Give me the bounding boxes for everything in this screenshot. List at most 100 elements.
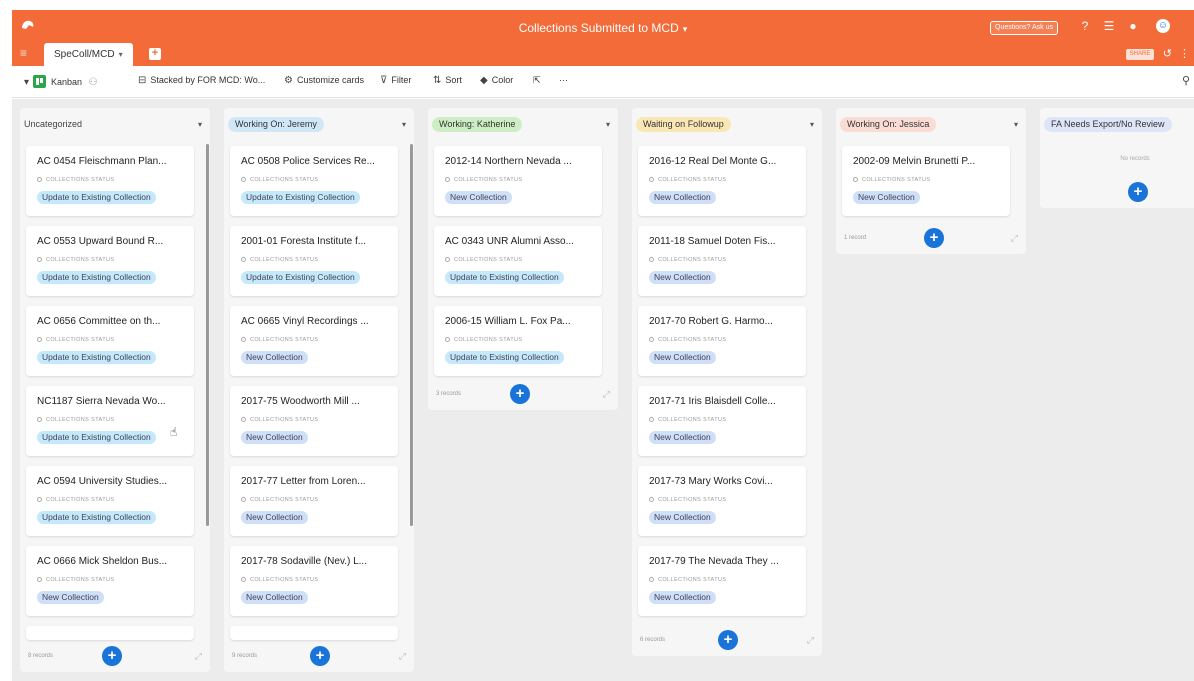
expand-icon[interactable]: ⤢ <box>807 635 814 646</box>
card-field-name: COLLECTIONS STATUS <box>46 417 115 423</box>
kanban-card[interactable]: 2002-09 Melvin Brunetti P... COLLECTIONS … <box>842 146 1010 216</box>
column-header[interactable]: Working: Katherine ▾ <box>428 108 618 142</box>
kanban-card[interactable]: 2017-70 Robert G. Harmo... COLLECTIONS ST… <box>638 306 806 376</box>
kanban-card[interactable]: AC 0665 Vinyl Recordings ... COLLECTIONS … <box>230 306 398 376</box>
bell-icon[interactable]: ● <box>1126 19 1140 33</box>
add-record-button[interactable]: + <box>924 228 944 248</box>
add-record-button[interactable]: + <box>1128 182 1148 202</box>
add-record-button[interactable]: + <box>102 646 122 666</box>
card-field-label: COLLECTIONS STATUS <box>649 417 726 423</box>
history-icon[interactable]: ↺ <box>1163 47 1172 60</box>
kanban-card[interactable]: AC 0594 University Studies... COLLECTIONS… <box>26 466 194 536</box>
field-icon <box>445 337 450 342</box>
column-footer: 9 records + ⤢ <box>224 642 414 672</box>
card-title: AC 0665 Vinyl Recordings ... <box>241 316 369 327</box>
field-icon <box>445 177 450 182</box>
column-footer: 3 records + ⤢ <box>428 380 618 410</box>
help-button[interactable]: Questions? Ask us <box>990 21 1058 35</box>
card-title: 2006-15 William L. Fox Pa... <box>445 316 571 327</box>
expand-icon[interactable]: ⤢ <box>603 389 610 400</box>
search-icon[interactable]: ⚲ <box>1182 74 1190 87</box>
kanban-card[interactable]: 2017-79 The Nevada They ... COLLECTIONS S… <box>638 546 806 616</box>
kanban-card-partial[interactable] <box>26 626 194 640</box>
column-header[interactable]: Waiting on Followup ▾ <box>632 108 822 142</box>
kanban-card[interactable]: 2017-77 Letter from Loren... COLLECTIONS … <box>230 466 398 536</box>
record-count: 8 records <box>28 653 54 659</box>
card-field-label: COLLECTIONS STATUS <box>37 177 114 183</box>
kanban-card[interactable]: AC 0553 Upward Bound R... COLLECTIONS STA… <box>26 226 194 296</box>
chevron-down-icon[interactable]: ▾ <box>1014 120 1018 129</box>
color-label: Color <box>491 75 514 85</box>
kanban-card[interactable]: 2017-71 Iris Blaisdell Colle... COLLECTIO… <box>638 386 806 456</box>
column-header[interactable]: FA Needs Export/No Review <box>1040 108 1194 142</box>
kanban-card[interactable]: 2017-78 Sodaville (Nev.) L... COLLECTIONS… <box>230 546 398 616</box>
kanban-card[interactable]: 2001-01 Foresta Institute f... COLLECTION… <box>230 226 398 296</box>
filter-button[interactable]: ⊽ Filter <box>380 75 411 86</box>
share-view-icon[interactable]: ⇱ <box>533 75 541 86</box>
kanban-card[interactable]: AC 0343 UNR Alumni Asso... COLLECTIONS ST… <box>434 226 602 296</box>
kanban-card[interactable]: AC 0666 Mick Sheldon Bus... COLLECTIONS S… <box>26 546 194 616</box>
field-icon <box>37 577 42 582</box>
chevron-down-icon: ▾ <box>682 24 688 34</box>
share-button[interactable]: SHARE <box>1126 49 1154 60</box>
kanban-card[interactable]: AC 0656 Committee on th... COLLECTIONS ST… <box>26 306 194 376</box>
no-records-text: No records <box>1120 156 1150 162</box>
add-table-button[interactable]: + <box>149 48 161 60</box>
expand-icon[interactable]: ⤢ <box>399 651 406 662</box>
color-button[interactable]: ◆ Color <box>480 75 513 86</box>
kanban-card[interactable]: NC1187 Sierra Nevada Wo... COLLECTIONS ST… <box>26 386 194 456</box>
kanban-card[interactable]: AC 0454 Fleischmann Plan... COLLECTIONS S… <box>26 146 194 216</box>
add-record-button[interactable]: + <box>310 646 330 666</box>
column-footer: 1 record + ⤢ <box>836 224 1026 254</box>
chevron-down-icon[interactable]: ▾ <box>606 120 610 129</box>
kanban-column: Working On: Jeremy ▾ AC 0508 Police Servic… <box>224 108 414 672</box>
kanban-card[interactable]: 2016-12 Real Del Monte G... COLLECTIONS S… <box>638 146 806 216</box>
kanban-card[interactable]: 2017-73 Mary Works Covi... COLLECTIONS ST… <box>638 466 806 536</box>
kanban-card[interactable]: 2011-18 Samuel Doten Fis... COLLECTIONS S… <box>638 226 806 296</box>
card-field-label: COLLECTIONS STATUS <box>445 337 522 343</box>
tab-table-specoll-mcd[interactable]: SpeColl/MCD ▾ <box>44 43 133 66</box>
stack-icon: ⊟ <box>138 75 147 86</box>
add-record-button[interactable]: + <box>718 630 738 650</box>
user-avatar-icon[interactable]: ☺ <box>1156 19 1170 33</box>
expand-icon[interactable]: ⤢ <box>195 651 202 662</box>
chevron-down-icon[interactable]: ▾ <box>810 120 814 129</box>
view-switcher[interactable]: ▾ Kanban ⚇ <box>24 75 102 88</box>
sort-label: Sort <box>445 75 462 85</box>
expand-icon[interactable]: ⤢ <box>1011 233 1018 244</box>
chevron-down-icon[interactable]: ▾ <box>402 120 406 129</box>
column-header[interactable]: Working On: Jeremy ▾ <box>224 108 414 142</box>
field-icon <box>649 577 654 582</box>
kanban-card[interactable]: 2012-14 Northern Nevada ... COLLECTIONS S… <box>434 146 602 216</box>
kanban-column: FA Needs Export/No Review No records + <box>1040 108 1194 208</box>
card-field-name: COLLECTIONS STATUS <box>250 577 319 583</box>
sort-button[interactable]: ⇅ Sort <box>433 75 462 86</box>
kanban-card[interactable]: 2006-15 William L. Fox Pa... COLLECTIONS … <box>434 306 602 376</box>
column-header[interactable]: Working On: Jessica ▾ <box>836 108 1026 142</box>
status-badge: New Collection <box>37 591 104 604</box>
column-scrollbar[interactable] <box>206 144 209 526</box>
add-record-button[interactable]: + <box>510 384 530 404</box>
column-header[interactable]: Uncategorized ▾ <box>20 108 210 142</box>
more-icon[interactable]: ⋮ <box>1179 47 1190 60</box>
card-title: 2017-71 Iris Blaisdell Colle... <box>649 396 776 407</box>
column-footer: + <box>1040 178 1194 208</box>
kanban-card[interactable]: 2017-75 Woodworth Mill ... COLLECTIONS ST… <box>230 386 398 456</box>
help-icon[interactable]: ? <box>1078 19 1092 33</box>
menu-icon[interactable]: ≡ <box>20 46 27 60</box>
kanban-card-partial[interactable] <box>230 626 398 640</box>
card-field-name: COLLECTIONS STATUS <box>250 337 319 343</box>
stacked-by-button[interactable]: ⊟ Stacked by FOR MCD: Wo... <box>138 75 265 86</box>
chevron-down-icon[interactable]: ▾ <box>119 50 123 59</box>
card-field-label: COLLECTIONS STATUS <box>649 337 726 343</box>
more-options-icon[interactable]: ··· <box>559 75 568 85</box>
chevron-down-icon[interactable]: ▾ <box>198 120 202 129</box>
column-scrollbar[interactable] <box>410 144 413 526</box>
card-field-label: COLLECTIONS STATUS <box>241 337 318 343</box>
stacked-by-label: Stacked by FOR MCD: Wo... <box>150 75 266 85</box>
record-count: 9 records <box>232 653 258 659</box>
customize-cards-button[interactable]: ⚙ Customize cards <box>284 75 364 86</box>
list-icon[interactable]: ☰ <box>1102 19 1116 33</box>
card-title: AC 0454 Fleischmann Plan... <box>37 156 167 167</box>
kanban-card[interactable]: AC 0508 Police Services Re... COLLECTIONS… <box>230 146 398 216</box>
